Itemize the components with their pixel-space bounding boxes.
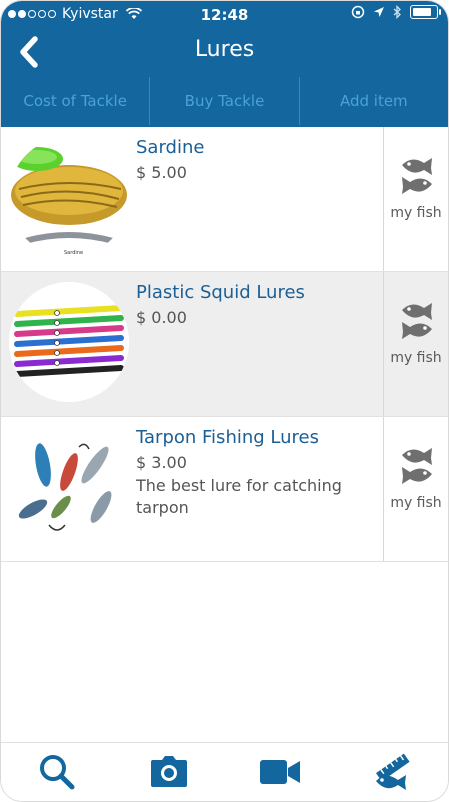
my-fish-label: my fish <box>390 205 442 221</box>
tab-buy-tackle[interactable]: Buy Tackle <box>150 77 300 125</box>
item-price: $ 0.00 <box>136 308 187 327</box>
fish-pair-icon <box>402 303 432 339</box>
my-fish-label: my fish <box>390 350 442 366</box>
my-fish-button[interactable]: my fish <box>383 127 448 271</box>
fish-ruler-tab[interactable] <box>372 752 412 792</box>
video-icon <box>260 760 301 784</box>
bottom-tab-bar <box>1 742 448 801</box>
rotation-lock-icon <box>351 5 365 19</box>
item-thumbnail <box>9 282 129 402</box>
location-arrow-icon <box>374 7 384 17</box>
navbar: Lures <box>1 29 448 75</box>
status-right <box>351 5 441 19</box>
squid-lures-image <box>9 282 129 402</box>
bluetooth-icon <box>393 5 401 19</box>
camera-tab[interactable] <box>149 752 189 792</box>
video-tab[interactable] <box>260 752 301 792</box>
list-item[interactable]: Plastic Squid Lures $ 0.00 my fish <box>1 272 448 417</box>
search-tab[interactable] <box>37 752 77 792</box>
phone-frame: Kyivstar 12:48 Lures Cost of Tackle Buy … <box>0 0 449 802</box>
lure-list: Sardine Sardine $ 5.00 my fish Plastic S… <box>1 127 448 562</box>
my-fish-button[interactable]: my fish <box>383 272 448 416</box>
sardine-jar-image: Sardine <box>9 137 129 257</box>
svg-text:Sardine: Sardine <box>64 250 83 256</box>
item-name: Sardine <box>136 137 205 158</box>
item-price: $ 3.00 <box>136 453 187 472</box>
page-title: Lures <box>194 37 255 62</box>
top-tabs: Cost of Tackle Buy Tackle Add item <box>1 77 448 125</box>
tarpon-lures-image <box>9 427 129 547</box>
search-icon <box>39 755 75 790</box>
list-item[interactable]: Sardine Sardine $ 5.00 my fish <box>1 127 448 272</box>
tab-add-item[interactable]: Add item <box>300 77 448 125</box>
camera-icon <box>150 756 187 787</box>
item-price: $ 5.00 <box>136 163 187 182</box>
list-item[interactable]: Tarpon Fishing Lures $ 3.00 The best lur… <box>1 417 448 562</box>
battery-icon <box>410 5 441 19</box>
fish-ruler-icon <box>376 753 410 790</box>
fish-pair-icon <box>402 448 432 484</box>
status-bar: Kyivstar 12:48 <box>1 1 448 29</box>
my-fish-button[interactable]: my fish <box>383 417 448 561</box>
item-name: Tarpon Fishing Lures <box>136 427 319 448</box>
item-thumbnail <box>9 427 129 547</box>
item-thumbnail: Sardine <box>9 137 129 257</box>
my-fish-label: my fish <box>390 495 442 511</box>
fish-pair-icon <box>402 158 432 194</box>
tab-cost-of-tackle[interactable]: Cost of Tackle <box>1 77 151 125</box>
item-description: The best lure for catching tarpon <box>136 476 342 517</box>
header: Kyivstar 12:48 Lures Cost of Tackle Buy … <box>1 1 448 127</box>
item-name: Plastic Squid Lures <box>136 282 305 303</box>
